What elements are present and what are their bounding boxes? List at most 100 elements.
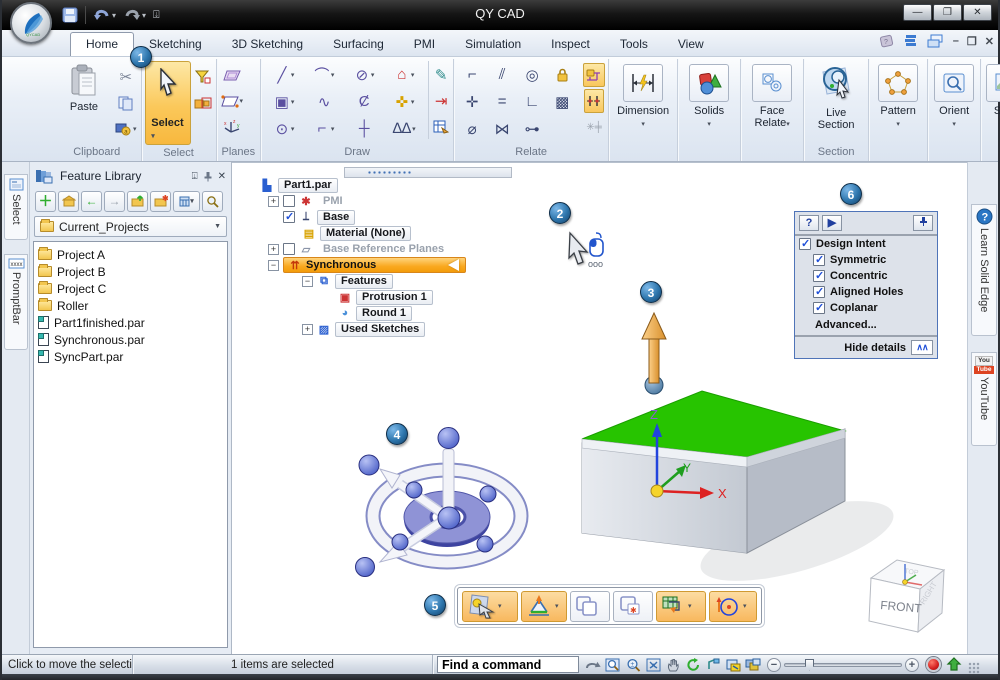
overlapping-faces-button[interactable] xyxy=(570,591,610,622)
tree-row-features[interactable]: − ⧉ Features xyxy=(260,273,466,289)
grid-button[interactable] xyxy=(432,115,450,139)
view-styles-button[interactable] xyxy=(723,656,743,673)
tab-simulation[interactable]: Simulation xyxy=(450,33,536,56)
library-path-combobox[interactable]: Current_Projects ▼ xyxy=(34,216,227,237)
live-section-button[interactable]: Live Section xyxy=(807,61,865,131)
region-select-button[interactable]: ✱ xyxy=(613,591,653,622)
arc-button[interactable]: ⌒▾ xyxy=(304,63,344,87)
select-options-button[interactable] xyxy=(193,91,213,115)
common-views-button[interactable] xyxy=(703,656,723,673)
doc-close-button[interactable]: ✕ xyxy=(985,35,994,48)
tab-view[interactable]: View xyxy=(663,33,719,56)
expander[interactable]: − xyxy=(302,276,313,287)
select-button[interactable]: Select▾ xyxy=(145,61,191,145)
list-item[interactable]: Project A xyxy=(36,246,225,263)
list-item[interactable]: Project C xyxy=(36,280,225,297)
pattern-button[interactable]: Pattern▾ xyxy=(872,61,924,131)
last-view-button[interactable] xyxy=(583,656,603,673)
extrude-arrow-handle[interactable] xyxy=(642,313,666,394)
design-intent-option[interactable]: Coplanar xyxy=(795,300,937,316)
expander[interactable]: + xyxy=(268,196,279,207)
format-painter-button[interactable]: a ▾ xyxy=(114,117,138,141)
line-button[interactable]: ╱▾ xyxy=(264,63,304,87)
home-folder-button[interactable] xyxy=(58,191,79,212)
curve-button[interactable]: ∿ xyxy=(304,90,344,114)
collapse-chevron-icon[interactable]: ∧∧ xyxy=(911,340,933,355)
find-command-input[interactable]: Find a command xyxy=(437,656,579,673)
design-intent-option[interactable]: Design Intent xyxy=(795,236,937,252)
application-button[interactable]: QYCAD xyxy=(10,2,52,44)
tree-row-protrusion[interactable]: ▣ Protrusion 1 xyxy=(260,289,466,305)
offset-button[interactable]: ⇥ xyxy=(432,89,450,113)
upload-button[interactable] xyxy=(944,656,964,673)
connect-relation-button[interactable]: ⌐ xyxy=(457,63,487,87)
restore-button[interactable]: ❐ xyxy=(933,4,962,21)
close-button[interactable]: ✕ xyxy=(963,4,992,21)
graphics-viewport[interactable]: Z Y X xyxy=(232,162,967,654)
tangent-relation-button[interactable]: ⌀ xyxy=(457,117,487,141)
tree-row-base[interactable]: ⟘ Base xyxy=(260,209,466,225)
zoom-area-button[interactable] xyxy=(603,656,623,673)
face-relate-button[interactable]: Face Relate▾ xyxy=(744,61,800,131)
tree-row-round[interactable]: ◕ Round 1 xyxy=(260,305,466,321)
horizontal-vertical-relation-button[interactable]: ✛ xyxy=(457,90,487,114)
zoom-slider-track[interactable] xyxy=(784,663,902,667)
tree-row-pmi[interactable]: + ✱ PMI xyxy=(260,193,466,209)
view-mode-button[interactable]: ▾ xyxy=(173,191,200,212)
zoom-slider-thumb[interactable] xyxy=(805,659,814,671)
steering-wheel[interactable] xyxy=(356,428,522,577)
coordinate-system-button[interactable]: zyx xyxy=(222,115,242,139)
coincident-plane-button[interactable] xyxy=(222,63,242,87)
relationship-handles-toggle[interactable] xyxy=(584,89,604,113)
tangent-arc-button[interactable]: Ȼ xyxy=(344,90,384,114)
parallel-relation-button[interactable]: ⫽ xyxy=(487,63,517,87)
orient-button[interactable]: Orient▾ xyxy=(931,61,977,131)
design-intent-pin-button[interactable] xyxy=(913,215,933,231)
synchronous-selected-bar[interactable]: ⇈ Synchronous xyxy=(283,257,466,273)
pin-icon[interactable] xyxy=(203,171,213,182)
more-planes-button[interactable]: ▾ xyxy=(220,89,245,113)
trim-button[interactable]: ┼ xyxy=(344,117,384,141)
zoom-button[interactable]: ± xyxy=(623,656,643,673)
checkbox-checked[interactable] xyxy=(813,286,825,298)
move-button[interactable]: ✜▾ xyxy=(384,90,424,114)
circle-button[interactable]: ⊙▾ xyxy=(264,117,304,141)
lock-relation-button[interactable] xyxy=(547,63,577,87)
tab-home[interactable]: Home xyxy=(70,32,134,56)
concentric-relation-button[interactable]: ◎ xyxy=(517,63,547,87)
expander[interactable]: + xyxy=(268,244,279,255)
tree-root[interactable]: ▙ Part1.par xyxy=(260,177,466,193)
keypoint-plane-button[interactable]: ▾ xyxy=(462,591,518,622)
style-button[interactable]: Style▾ xyxy=(984,61,1000,131)
design-intent-option[interactable]: Concentric xyxy=(795,268,937,284)
perpendicular-relation-button[interactable]: ∟ xyxy=(517,90,547,114)
search-button[interactable] xyxy=(202,191,223,212)
resize-grip[interactable] xyxy=(968,662,980,674)
select-panel-tab[interactable]: Select xyxy=(4,174,28,240)
switch-document-icon[interactable] xyxy=(927,34,945,48)
add-library-button[interactable]: ＋ xyxy=(35,191,56,212)
list-item[interactable]: SyncPart.par xyxy=(36,348,225,365)
up-folder-button[interactable] xyxy=(127,191,148,212)
checkbox-checked[interactable] xyxy=(799,238,811,250)
checkbox-checked[interactable] xyxy=(813,270,825,282)
ellipse-button[interactable]: ⊘▾ xyxy=(344,63,384,87)
tree-row-synchronous[interactable]: − ⇈ Synchronous xyxy=(260,257,466,273)
design-intent-option[interactable]: Symmetric xyxy=(795,252,937,268)
tab-pmi[interactable]: PMI xyxy=(399,33,450,56)
new-folder-button[interactable]: ✱ xyxy=(150,191,171,212)
cut-button[interactable]: ✂ xyxy=(117,65,135,89)
tree-row-used-sketches[interactable]: + ▨ Used Sketches xyxy=(260,321,466,337)
tree-row-base-reference-planes[interactable]: + ▱ Base Reference Planes xyxy=(260,241,466,257)
panel-menu-button[interactable]: ⍗ xyxy=(192,171,198,182)
select-filter-button[interactable] xyxy=(194,65,212,89)
checkbox-checked[interactable] xyxy=(283,211,295,223)
fit-button[interactable] xyxy=(643,656,663,673)
design-intent-help-button[interactable]: ? xyxy=(799,215,819,231)
stack-panels-icon[interactable] xyxy=(903,34,919,48)
rotate-button[interactable] xyxy=(683,656,703,673)
symmetric-relation-button[interactable]: ⋈ xyxy=(487,117,517,141)
zoom-in-button[interactable]: + xyxy=(905,658,919,672)
design-intent-advanced-link[interactable]: Advanced... xyxy=(795,316,937,335)
pan-button[interactable] xyxy=(663,656,683,673)
